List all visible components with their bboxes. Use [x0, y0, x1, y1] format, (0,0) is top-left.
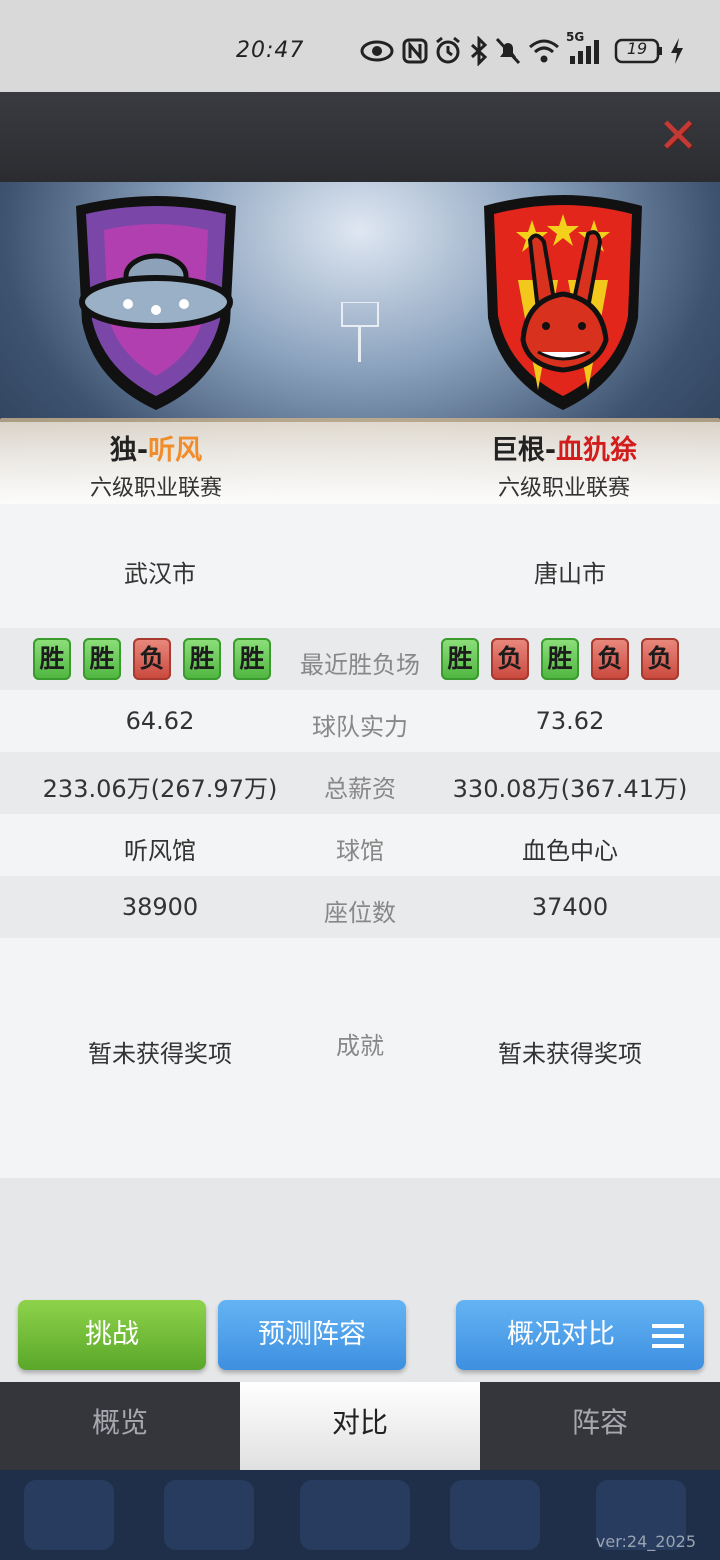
home-result-2: 胜 [83, 638, 121, 680]
achievements-label: 成就 [336, 1032, 384, 1060]
strength-label: 球队实力 [312, 713, 408, 741]
home-team-name: 独-听风 [109, 435, 203, 466]
recent-results-row: 胜 胜 负 胜 胜 最近胜负场 胜 负 胜 负 负 [0, 628, 720, 690]
home-city: 武汉市 [124, 560, 196, 588]
overview-compare-button[interactable]: 概况对比 [456, 1300, 704, 1370]
version-label: ver:24_2025 [595, 1532, 696, 1551]
alarm-icon [434, 36, 462, 66]
close-icon[interactable]: ✕ [658, 112, 698, 160]
home-salary: 233.06万(267.97万) [42, 775, 278, 803]
away-result-3: 胜 [541, 638, 579, 680]
wifi-icon [528, 36, 560, 66]
home-result-1: 胜 [33, 638, 71, 680]
home-result-4: 胜 [183, 638, 221, 680]
tab-lineup[interactable]: 阵容 [480, 1382, 720, 1470]
home-seats: 38900 [121, 893, 199, 921]
away-seats: 37400 [531, 893, 609, 921]
status-time: 20:47 [236, 38, 305, 63]
recent-label: 最近胜负场 [300, 651, 420, 679]
home-team-league: 六级职业联赛 [89, 476, 222, 501]
ufo-shield-logo [76, 196, 236, 410]
away-result-4: 负 [591, 638, 629, 680]
away-result-5: 负 [641, 638, 679, 680]
bottom-nav-item [450, 1480, 540, 1550]
seats-row: 38900 座位数 37400 [0, 876, 720, 938]
city-row: 武汉市 唐山市 [0, 504, 720, 628]
tab-overview[interactable]: 概览 [0, 1382, 240, 1470]
bottom-nav-item [300, 1480, 410, 1550]
arena-label: 球馆 [336, 837, 384, 865]
away-city: 唐山市 [534, 560, 606, 588]
menu-icon [652, 1324, 684, 1348]
battery-icon: 19 [614, 36, 664, 66]
away-team-league: 六级职业联赛 [497, 476, 630, 501]
overview-compare-label: 概况对比 [507, 1319, 615, 1350]
seats-label: 座位数 [324, 899, 396, 927]
away-result-2: 负 [491, 638, 529, 680]
salary-label: 总薪资 [324, 775, 396, 803]
charging-icon [668, 36, 686, 66]
bluetooth-icon [468, 35, 490, 67]
bottom-nav-item [24, 1480, 114, 1550]
strength-row: 64.62 球队实力 73.62 [0, 690, 720, 752]
home-result-3: 负 [133, 638, 171, 680]
away-team-name: 巨根-血犰狳 [490, 435, 638, 466]
nfc-icon [402, 36, 428, 66]
home-achievements: 暂未获得奖项 [88, 1040, 232, 1068]
predict-lineup-button[interactable]: 预测阵容 [218, 1300, 406, 1370]
tab-bar: 概览 对比 阵容 [0, 1382, 720, 1470]
away-arena[interactable]: 血色中心 [440, 831, 700, 866]
achievements-row: 暂未获得奖项 成就 暂未获得奖项 [0, 938, 720, 1178]
dialog-header [0, 92, 720, 182]
away-salary: 330.08万(367.41万) [452, 775, 688, 803]
home-strength: 64.62 [125, 707, 195, 735]
challenge-button[interactable]: 挑战 [18, 1300, 206, 1370]
eye-icon [360, 36, 394, 66]
bottom-nav-item [164, 1480, 254, 1550]
arena-row: 听风馆 球馆 血色中心 [0, 814, 720, 876]
salary-row: 233.06万(267.97万) 总薪资 330.08万(367.41万) [0, 752, 720, 814]
home-arena: 听风馆 [124, 837, 196, 865]
basketball-hoop-icon [341, 302, 379, 362]
signal-5g-icon: 5G [566, 30, 606, 66]
home-result-5: 胜 [233, 638, 271, 680]
rabbit-shield-logo [484, 195, 642, 410]
tab-compare[interactable]: 对比 [240, 1382, 480, 1470]
away-achievements: 暂未获得奖项 [498, 1040, 642, 1068]
mute-icon [494, 36, 522, 66]
away-result-1: 胜 [441, 638, 479, 680]
away-strength: 73.62 [535, 707, 605, 735]
